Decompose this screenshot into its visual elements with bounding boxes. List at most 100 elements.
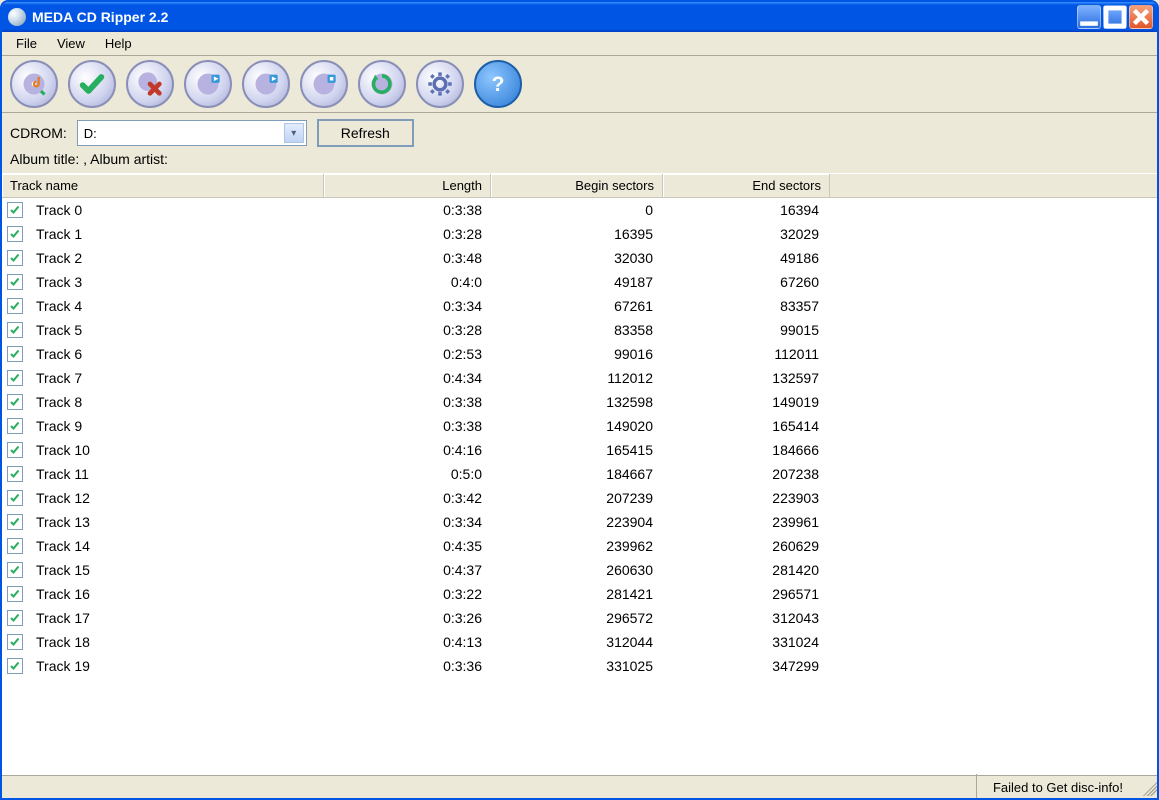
table-row[interactable]: Track 150:4:37260630281420 [2, 558, 1157, 582]
check-icon [9, 444, 21, 456]
gear-icon [426, 70, 454, 98]
track-checkbox[interactable] [7, 658, 23, 674]
table-row[interactable]: Track 00:3:38016394 [2, 198, 1157, 222]
check-icon [9, 252, 21, 264]
track-name: Track 2 [28, 250, 324, 266]
svg-text:?: ? [492, 73, 505, 96]
window-title: MEDA CD Ripper 2.2 [32, 9, 1077, 25]
track-checkbox[interactable] [7, 346, 23, 362]
track-checkbox[interactable] [7, 394, 23, 410]
track-checkbox[interactable] [7, 466, 23, 482]
rip-button[interactable] [10, 60, 58, 108]
track-begin: 149020 [490, 418, 661, 434]
track-end: 260629 [661, 538, 827, 554]
track-checkbox[interactable] [7, 322, 23, 338]
refresh-button[interactable]: Refresh [317, 119, 414, 147]
track-list[interactable]: Track 00:3:38016394Track 10:3:2816395320… [2, 198, 1157, 775]
check-icon [9, 204, 21, 216]
col-end-sectors[interactable]: End sectors [663, 174, 830, 197]
track-checkbox[interactable] [7, 538, 23, 554]
track-end: 99015 [661, 322, 827, 338]
table-row[interactable]: Track 120:3:42207239223903 [2, 486, 1157, 510]
track-checkbox[interactable] [7, 274, 23, 290]
close-button[interactable] [1129, 5, 1153, 29]
track-checkbox[interactable] [7, 442, 23, 458]
table-row[interactable]: Track 60:2:5399016112011 [2, 342, 1157, 366]
play-button[interactable] [242, 60, 290, 108]
minimize-button[interactable] [1077, 5, 1101, 29]
track-begin: 49187 [490, 274, 661, 290]
menu-help[interactable]: Help [97, 34, 140, 53]
track-begin: 16395 [490, 226, 661, 242]
maximize-button[interactable] [1103, 5, 1127, 29]
table-row[interactable]: Track 160:3:22281421296571 [2, 582, 1157, 606]
track-checkbox[interactable] [7, 202, 23, 218]
track-name: Track 12 [28, 490, 324, 506]
prev-track-button[interactable] [184, 60, 232, 108]
stop-button[interactable] [300, 60, 348, 108]
check-icon [78, 70, 106, 98]
track-checkbox[interactable] [7, 634, 23, 650]
col-track-name[interactable]: Track name [2, 174, 324, 197]
track-checkbox[interactable] [7, 586, 23, 602]
col-length[interactable]: Length [324, 174, 491, 197]
table-row[interactable]: Track 10:3:281639532029 [2, 222, 1157, 246]
track-checkbox[interactable] [7, 250, 23, 266]
track-checkbox[interactable] [7, 562, 23, 578]
uncheck-all-button[interactable] [126, 60, 174, 108]
settings-button[interactable] [416, 60, 464, 108]
next-track-button[interactable] [358, 60, 406, 108]
check-icon [9, 492, 21, 504]
help-button[interactable]: ? [474, 60, 522, 108]
track-name: Track 14 [28, 538, 324, 554]
titlebar[interactable]: MEDA CD Ripper 2.2 [2, 2, 1157, 32]
track-length: 0:4:13 [324, 634, 490, 650]
table-row[interactable]: Track 190:3:36331025347299 [2, 654, 1157, 678]
table-row[interactable]: Track 70:4:34112012132597 [2, 366, 1157, 390]
track-name: Track 8 [28, 394, 324, 410]
track-begin: 132598 [490, 394, 661, 410]
table-row[interactable]: Track 100:4:16165415184666 [2, 438, 1157, 462]
track-checkbox[interactable] [7, 370, 23, 386]
track-checkbox[interactable] [7, 298, 23, 314]
table-row[interactable]: Track 180:4:13312044331024 [2, 630, 1157, 654]
cdrom-select[interactable]: D: ▾ [77, 120, 307, 146]
track-length: 0:3:38 [324, 202, 490, 218]
track-length: 0:3:36 [324, 658, 490, 674]
track-name: Track 17 [28, 610, 324, 626]
table-row[interactable]: Track 130:3:34223904239961 [2, 510, 1157, 534]
resize-grip-icon[interactable] [1139, 778, 1157, 796]
table-row[interactable]: Track 50:3:288335899015 [2, 318, 1157, 342]
track-checkbox[interactable] [7, 226, 23, 242]
track-end: 207238 [661, 466, 827, 482]
menu-view[interactable]: View [49, 34, 93, 53]
col-begin-sectors[interactable]: Begin sectors [491, 174, 663, 197]
table-row[interactable]: Track 80:3:38132598149019 [2, 390, 1157, 414]
track-length: 0:2:53 [324, 346, 490, 362]
disc-refresh-icon [368, 70, 396, 98]
track-end: 223903 [661, 490, 827, 506]
track-begin: 99016 [490, 346, 661, 362]
track-length: 0:3:34 [324, 514, 490, 530]
table-row[interactable]: Track 170:3:26296572312043 [2, 606, 1157, 630]
check-all-button[interactable] [68, 60, 116, 108]
table-row[interactable]: Track 30:4:04918767260 [2, 270, 1157, 294]
track-length: 0:4:35 [324, 538, 490, 554]
table-row[interactable]: Track 140:4:35239962260629 [2, 534, 1157, 558]
track-checkbox[interactable] [7, 610, 23, 626]
check-icon [9, 660, 21, 672]
table-row[interactable]: Track 40:3:346726183357 [2, 294, 1157, 318]
track-checkbox[interactable] [7, 490, 23, 506]
table-row[interactable]: Track 20:3:483203049186 [2, 246, 1157, 270]
menu-file[interactable]: File [8, 34, 45, 53]
table-row[interactable]: Track 110:5:0184667207238 [2, 462, 1157, 486]
track-length: 0:4:16 [324, 442, 490, 458]
track-checkbox[interactable] [7, 418, 23, 434]
track-end: 312043 [661, 610, 827, 626]
track-checkbox[interactable] [7, 514, 23, 530]
table-row[interactable]: Track 90:3:38149020165414 [2, 414, 1157, 438]
track-begin: 331025 [490, 658, 661, 674]
track-name: Track 10 [28, 442, 324, 458]
track-begin: 32030 [490, 250, 661, 266]
track-name: Track 0 [28, 202, 324, 218]
